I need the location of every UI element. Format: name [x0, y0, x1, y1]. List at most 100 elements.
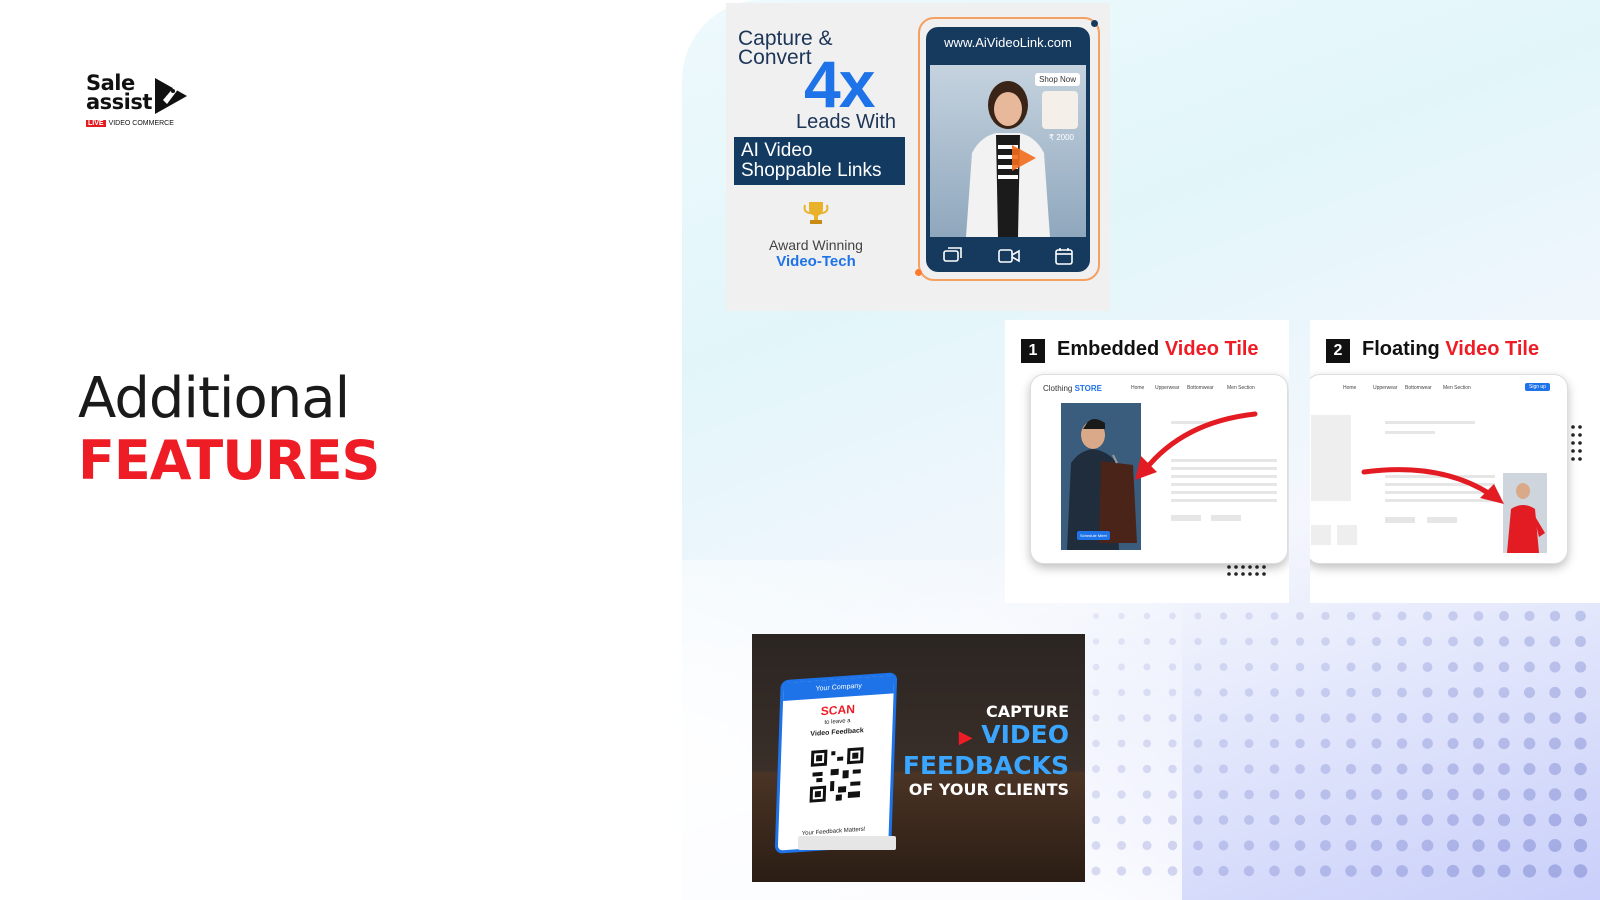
pattern-dot: [1575, 636, 1586, 647]
nav-bottomwear[interactable]: Bottomwear: [1405, 385, 1432, 391]
nav-bottomwear[interactable]: Bottomwear: [1187, 385, 1214, 391]
pattern-dot: [1219, 713, 1228, 723]
nav-men-section[interactable]: Men Section: [1227, 385, 1255, 391]
dot-grid-decoration: [1227, 565, 1266, 576]
pattern-dot: [1548, 864, 1562, 878]
pattern-dot: [1193, 764, 1203, 774]
pattern-dot: [1498, 661, 1510, 673]
pattern-dot: [1548, 788, 1562, 801]
pattern-dot: [1548, 762, 1562, 776]
pattern-dot: [1143, 612, 1151, 620]
pattern-dot: [1168, 663, 1177, 671]
shop-now-badge[interactable]: Shop Now: [1035, 73, 1080, 86]
pattern-dot: [1345, 789, 1357, 800]
pattern-dot: [1244, 713, 1254, 723]
pattern-dot: [1091, 815, 1101, 825]
pattern-dot: [1574, 762, 1587, 776]
pattern-dot: [1397, 636, 1407, 647]
pattern-dot: [1168, 739, 1177, 748]
calendar-icon[interactable]: [1054, 247, 1073, 265]
award-text: Award Winning: [769, 237, 863, 253]
shoe-product-thumb[interactable]: [1042, 91, 1078, 129]
pattern-dot: [1472, 763, 1485, 775]
pattern-dot: [1143, 663, 1151, 671]
pattern-dot: [1345, 814, 1357, 826]
pattern-dot: [1244, 815, 1254, 825]
trophy-icon: [803, 202, 829, 224]
pattern-dot: [1498, 763, 1510, 775]
section-heading: Additional FEATURES: [78, 366, 380, 492]
video-camera-icon[interactable]: [998, 248, 1020, 264]
pattern-dot: [1548, 838, 1562, 853]
pattern-dot: [1294, 814, 1306, 826]
pattern-dot: [1473, 661, 1484, 673]
pattern-dot: [1549, 686, 1561, 699]
pattern-dot: [1396, 763, 1408, 775]
pattern-dot: [1397, 687, 1407, 698]
pattern-dot: [1370, 865, 1383, 877]
play-icon[interactable]: [1010, 143, 1038, 173]
pattern-dot: [1092, 739, 1100, 748]
video-line: ▶ VIDEO: [903, 721, 1069, 752]
nav-home[interactable]: Home: [1131, 385, 1144, 391]
schedule-meet-button[interactable]: Schedule Meet: [1077, 531, 1110, 540]
pattern-dot: [1370, 814, 1383, 826]
video-tech-text: Video-Tech: [776, 253, 856, 270]
pattern-dot: [1523, 763, 1536, 775]
pattern-dot: [1472, 864, 1485, 878]
pattern-dot: [1167, 866, 1178, 876]
pattern-dot: [1371, 636, 1382, 647]
pattern-dot: [1117, 764, 1126, 774]
pattern-dot: [1448, 636, 1458, 647]
logo-tagline: VIDEO COMMERCE: [108, 120, 174, 127]
pattern-dot: [1447, 687, 1459, 698]
step-number: 1: [1021, 339, 1045, 363]
pattern-dot: [1447, 712, 1459, 724]
pattern-dot: [1270, 662, 1279, 672]
pattern-dot: [1270, 713, 1279, 723]
pattern-dot: [1295, 611, 1305, 621]
pattern-dot: [1320, 789, 1331, 800]
pattern-dot: [1117, 790, 1126, 799]
pattern-dot: [1117, 688, 1126, 697]
nav-home[interactable]: Home: [1343, 385, 1356, 391]
heading-line1: Additional: [78, 366, 350, 431]
pattern-dot: [1169, 612, 1176, 620]
pattern-dot: [1523, 712, 1536, 724]
pattern-dot: [1118, 638, 1125, 645]
pattern-dot: [1218, 815, 1229, 825]
pattern-dot: [1574, 712, 1587, 724]
red-arrow-icon: [1361, 467, 1504, 504]
pattern-dot: [1397, 611, 1407, 621]
pattern-dot: [1498, 737, 1510, 750]
pattern-dot: [1422, 687, 1433, 698]
chat-icon[interactable]: [943, 246, 963, 265]
pattern-dot: [1524, 636, 1535, 647]
pattern-dot: [1396, 865, 1408, 877]
pattern-dot: [1193, 815, 1203, 825]
qr-code-icon[interactable]: [807, 745, 866, 805]
pattern-dot: [1472, 788, 1485, 801]
pattern-dot: [1574, 788, 1587, 801]
placeholder-thumb: [1337, 525, 1357, 545]
pattern-dot: [1473, 712, 1484, 724]
pattern-dot: [1142, 790, 1152, 799]
floating-video-tile-card: 2 Floating Video Tile Home Upperwear Bott…: [1310, 320, 1600, 603]
pattern-dot: [1092, 689, 1100, 696]
phone-action-tray: [926, 239, 1090, 272]
pattern-dot: [1295, 637, 1305, 646]
nav-upperwear[interactable]: Upperwear: [1373, 385, 1397, 391]
nav-upperwear[interactable]: Upperwear: [1155, 385, 1179, 391]
pattern-dot: [1549, 636, 1561, 647]
feedback-headline: CAPTURE ▶ VIDEO FEEDBACKS OF YOUR CLIENT…: [903, 702, 1069, 799]
signup-button[interactable]: Sign up: [1525, 383, 1550, 391]
title-text: Floating: [1362, 338, 1440, 360]
pattern-dot: [1319, 865, 1332, 877]
placeholder-button: [1211, 515, 1241, 521]
pattern-dot: [1168, 790, 1177, 799]
shoppable-links-box: AI Video Shoppable Links: [734, 137, 905, 185]
pattern-dot: [1396, 839, 1408, 852]
nav-men-section[interactable]: Men Section: [1443, 385, 1471, 391]
pattern-dot: [1321, 662, 1330, 672]
pattern-dot: [1346, 713, 1356, 723]
